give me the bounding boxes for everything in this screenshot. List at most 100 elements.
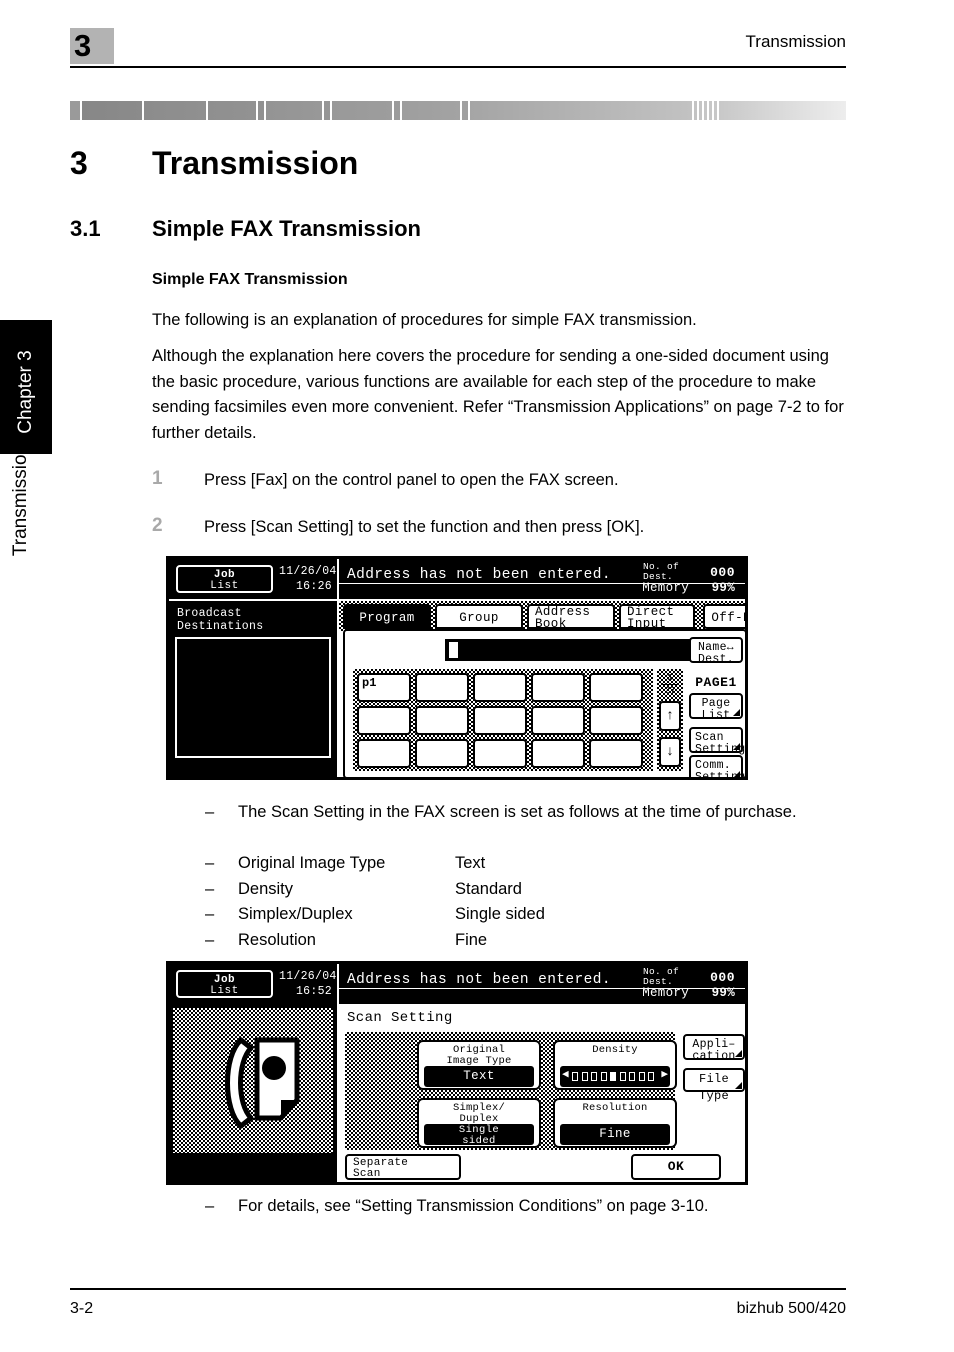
detail-paragraph: Although the explanation here covers the… [152,347,844,442]
tab-group[interactable]: Group [435,604,523,629]
program-cell[interactable]: p1 [357,673,411,702]
page-list-button[interactable]: Page List [689,693,743,721]
value-line1: Single [458,1124,500,1136]
original-image-type-caption: Original Image Type [424,1045,534,1067]
page-header: 3 Transmission [0,0,954,80]
density-tick [600,1072,607,1081]
job-list-label-line2: List [210,580,239,592]
text-caret [449,642,458,658]
step-1-number: 1 [152,468,163,489]
page-fraction-current: 1 [667,672,673,683]
program-grid-wrapper: p1 [353,669,653,771]
scan-setting-defaults-list: – The Scan Setting in the FAX screen is … [205,800,850,953]
dest-count-value: 000 [710,565,735,580]
dash-bullet: – [205,905,215,923]
broadcast-destinations-list[interactable] [175,637,331,758]
density-tick [638,1072,645,1081]
fax-icon-background [173,1008,333,1153]
job-list-button[interactable]: Job List [176,565,273,593]
program-cell[interactable] [473,673,527,702]
gradient-segment-17 [719,101,846,120]
dash-bullet: – [205,879,215,898]
status-bar: Job List 11/26/04 16:26 Address has not … [169,559,745,599]
file-type-button[interactable]: File Type [683,1068,745,1103]
density-tick [591,1072,597,1081]
program-cell[interactable] [473,706,527,735]
broadcast-title-line2: Destinations [177,620,264,633]
decorative-gradient-bar [70,101,846,120]
section-side-label: Transmission [10,443,31,557]
separate-scan-button[interactable]: Separate Scan [345,1154,461,1180]
density-right-arrow-icon[interactable]: ▶ [661,1070,668,1081]
program-cell[interactable] [473,739,527,768]
density-tick [629,1072,635,1081]
default-term: Density [238,879,294,898]
program-cell[interactable] [415,739,469,768]
program-cell[interactable] [531,673,585,702]
status-message: Address has not been entered. [347,567,611,583]
name-dest-toggle-button[interactable]: Name↔ Dest. [689,637,743,665]
program-grid: p1 [357,673,649,768]
program-cell[interactable] [589,673,643,702]
scroll-column: 1 27 ↑ ↓ [657,669,683,771]
dest-count-value: 000 [710,970,735,985]
step-1-text: Press [Fax] on the control panel to open… [204,471,619,489]
program-cell[interactable] [531,706,585,735]
gradient-segment-7 [332,101,392,120]
tab-address-book[interactable]: Address Book [527,604,615,629]
density-tick [610,1072,616,1081]
address-entry-field[interactable] [445,639,705,661]
default-value: Text [455,854,486,872]
default-value: Single sided [455,905,545,923]
popup-corner-icon [733,709,740,716]
tab-program[interactable]: Program [343,604,431,629]
program-cell[interactable] [415,673,469,702]
gradient-segment-5 [266,101,322,120]
off-hook-button[interactable]: Off-Hook [703,604,745,629]
gradient-segment-9 [402,101,460,120]
gradient-segment-15 [709,101,712,120]
broadcast-destinations-title: Broadcast Destinations [177,607,263,633]
comm-setting-button[interactable]: Comm. Setting [689,755,745,777]
dash-bullet: – [205,930,215,949]
job-list-button[interactable]: Job List [176,970,273,998]
step-2-number: 2 [152,515,163,536]
resolution-button[interactable]: Resolution Fine [553,1098,677,1148]
dash-bullet: – [205,854,215,872]
h2-title: Simple FAX Transmission [152,216,421,241]
program-cell[interactable] [357,739,411,768]
page-title: Transmission [152,145,359,181]
scroll-down-button[interactable]: ↓ [659,737,681,767]
gradient-segment-8 [394,101,400,120]
scan-setting-screenshot: Job List 11/26/04 16:52 Address has not … [166,961,748,1185]
program-cell[interactable] [589,739,643,768]
caption-line1: Density [592,1044,638,1056]
scan-setting-button[interactable]: Scan Setting [689,727,745,755]
running-header-title: Transmission [745,32,846,51]
density-tick [581,1072,588,1081]
caption-line2: Image Type [446,1054,512,1067]
gradient-segment-6 [324,101,330,120]
ok-button[interactable]: OK [631,1154,721,1180]
original-image-type-button[interactable]: Original Image Type Text [417,1040,541,1090]
list-item: – Resolution Fine [205,928,850,954]
status-bar: Job List 11/26/04 16:52 Address has not … [169,964,745,1004]
program-cell[interactable] [415,706,469,735]
program-cell[interactable] [531,739,585,768]
density-left-arrow-icon[interactable]: ◀ [562,1070,569,1081]
gradient-segment-10 [462,101,468,120]
density-button[interactable]: Density ◀ ▶ [553,1040,677,1090]
program-cell[interactable] [357,706,411,735]
program-cell[interactable] [589,706,643,735]
scan-setting-title: Scan Setting [347,1010,453,1026]
simplex-duplex-button[interactable]: Simplex/ Duplex Single sided [417,1098,541,1148]
application-button[interactable]: Appli– cation [683,1034,745,1062]
popup-corner-icon [733,771,740,777]
intro-paragraph: The following is an explanation of proce… [152,311,697,329]
simplex-duplex-caption: Simplex/ Duplex [424,1103,534,1125]
tab-direct-input[interactable]: Direct Input [619,604,695,629]
scroll-up-button[interactable]: ↑ [659,701,681,731]
caption-line2: Duplex [459,1112,499,1125]
default-term: Simplex/Duplex [238,905,353,923]
program-cell-label: p1 [362,676,377,690]
